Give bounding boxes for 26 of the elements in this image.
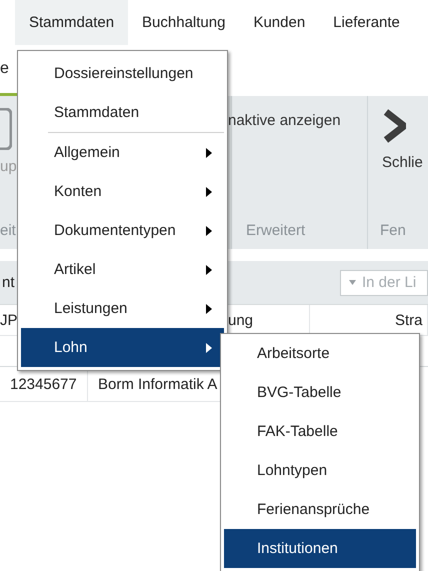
caret-icon [349,280,356,285]
group-label: eit [0,222,16,238]
menu-bar-item[interactable]: Lieferante [319,0,414,45]
group-label: Fen [380,222,406,238]
search-box[interactable]: In der Li [340,270,428,296]
menu-item[interactable]: Dokumententypen [21,211,224,250]
tab-label[interactable]: e [0,60,9,78]
menu-bar-item[interactable]: Buchhaltung [128,0,240,45]
menu-item[interactable]: Artikel [21,250,224,289]
menu-item[interactable]: Institutionen [224,529,416,568]
group-label: Erweitert [246,222,306,238]
menu-item[interactable]: Konten [21,172,224,211]
menu-item[interactable]: Leistungen [21,289,224,328]
menu-item[interactable]: Allgemein [21,133,224,172]
menu-item[interactable]: Ferienansprüche [224,490,416,529]
menu-item[interactable]: Lohntypen [224,451,416,490]
menu-item[interactable]: FAK-Tabelle [224,412,416,451]
search-field[interactable]: In der Li [362,274,424,291]
filter-label[interactable]: naktive anzeigen [228,96,367,129]
menu-item[interactable]: Lohn [21,328,224,367]
menu-item[interactable]: Stammdaten [21,93,224,132]
close-button[interactable]: Schlie [368,96,428,172]
toolbar-label: nt [2,274,15,291]
menu-bar-item[interactable]: Kunden [239,0,320,45]
menu-bar-item[interactable]: Stammdaten [15,0,128,45]
menu-item[interactable]: Dossiereinstellungen [21,54,224,93]
